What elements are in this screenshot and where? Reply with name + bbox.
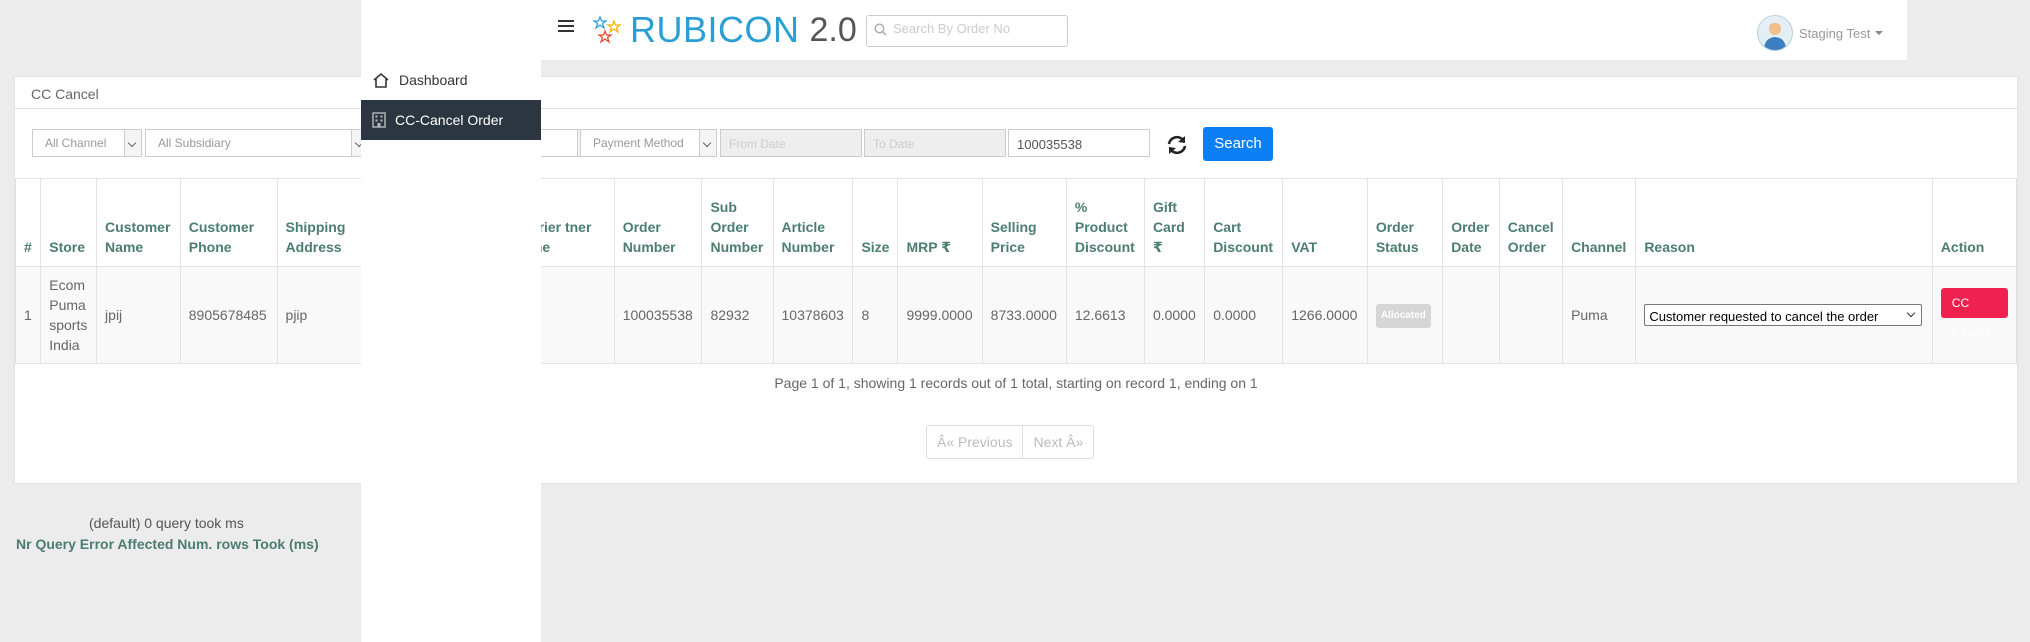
user-avatar-icon [1764,23,1786,50]
stars-logo-icon [592,15,622,44]
pagination: Â« Previous Next Â» [926,425,1095,459]
cell-vat: 1266.0000 [1282,266,1368,364]
cell-customer-phone: 8905678485 [179,266,278,364]
orders-table: # Store Customer Name Customer Phone Shi… [14,178,2018,364]
col-header: Order Date [1442,178,1500,267]
cell-size: 8 [852,266,899,364]
col-header: MRP ₹ [897,178,983,267]
menu-toggle-icon[interactable] [558,20,574,34]
avatar [1757,15,1793,51]
cell-product-discount: 12.6613 [1065,266,1145,364]
query-log-columns: Nr Query Error Affected Num. rows Took (… [16,536,319,552]
refresh-icon[interactable] [1165,133,1189,157]
from-date-input[interactable]: From Date [720,129,862,157]
next-page-button[interactable]: Next Â» [1022,426,1093,458]
col-header: Action [1931,178,2018,267]
search-icon [874,23,887,36]
filter-bar: All Channel All Subsidiary Payment Metho… [15,109,2017,177]
sidebar: Dashboard CC-Cancel Order [361,60,541,642]
cell-selling-price: 8733.0000 [981,266,1067,364]
building-icon [372,112,386,128]
rubicon-logo[interactable]: RUBICON 2.0 [592,9,857,50]
cell-order-number: 100035538 [613,266,703,364]
reason-select[interactable]: Customer requested to cancel the order [1644,304,1923,326]
logo-version: 2.0 [809,10,857,49]
col-header: Channel [1562,178,1637,267]
cell-gift-card: 0.0000 [1143,266,1206,364]
chevron-down-icon [1907,308,1916,318]
pagination-info: Page 1 of 1, showing 1 records out of 1 … [774,375,1258,391]
user-name: Staging Test [1799,25,1871,41]
cell-reason: Customer requested to cancel the order [1635,266,1933,364]
cell-store: Ecom Puma sports India [40,266,98,364]
col-header: Store [40,178,98,267]
previous-page-button[interactable]: Â« Previous [927,426,1022,458]
col-header: Reason [1635,178,1933,267]
status-badge: Allocated [1375,303,1431,328]
caret-down-icon [1875,31,1884,35]
sidebar-item-cc-cancel-order[interactable]: CC-Cancel Order [361,100,541,140]
reason-select-value: Customer requested to cancel the order [1649,309,1879,324]
cc-cancel-button[interactable]: CC Cancel [1940,288,2008,340]
cell-order-date [1442,266,1500,364]
col-header: Article Number [772,178,854,267]
col-header: Order Status [1366,178,1444,267]
search-button[interactable]: Search [1203,127,1273,161]
cell-mrp: 9999.0000 [897,266,983,364]
channel-select[interactable]: All Channel [32,129,142,157]
table-header-row: # Store Customer Name Customer Phone Shi… [14,178,2018,267]
to-date-input[interactable]: To Date [864,129,1006,157]
payment-method-value: Payment Method [593,136,684,150]
to-date-placeholder: To Date [873,137,915,151]
order-number-input[interactable]: 100035538 [1008,129,1150,157]
chevron-down-icon [124,130,141,156]
col-header: % Product Discount [1065,178,1145,267]
col-header: Cancel Order [1498,178,1564,267]
cell-action: CC Cancel [1931,266,2018,364]
sidebar-item-label: CC-Cancel Order [395,112,504,128]
order-search-box[interactable] [866,15,1068,47]
table-row: 1 Ecom Puma sports India jpij 8905678485… [14,266,2018,364]
user-menu[interactable]: Staging Test [1757,15,1884,51]
col-header: Selling Price [981,178,1067,267]
logo-text: RUBICON [630,9,800,50]
channel-select-value: All Channel [45,136,107,150]
col-header: Cart Discount [1204,178,1284,267]
cell-sub-order-number: 82932 [701,266,774,364]
col-header: Size [852,178,899,267]
cell-customer-name: jpij [96,266,181,364]
cell-article-number: 10378603 [772,266,854,364]
sidebar-item-label: Dashboard [399,72,468,88]
order-number-value: 100035538 [1017,137,1083,152]
col-header: Sub Order Number [701,178,774,267]
cell-cancel-order [1498,266,1564,364]
cell-cart-discount: 0.0000 [1204,266,1284,364]
cc-cancel-panel: CC Cancel All Channel All Subsidiary Pay… [14,76,2018,484]
subsidiary-select-value: All Subsidiary [158,136,231,150]
order-search-input[interactable] [891,20,1065,37]
home-icon [373,72,389,88]
col-header: VAT [1282,178,1368,267]
subsidiary-select[interactable]: All Subsidiary [145,129,369,157]
query-log-summary: (default) 0 query took ms [89,515,244,531]
col-header: # [14,178,42,267]
panel-title: CC Cancel [31,86,99,102]
col-header: Order Number [613,178,703,267]
col-header: Customer Phone [179,178,278,267]
chevron-down-icon [699,130,716,156]
sidebar-item-dashboard[interactable]: Dashboard [361,60,541,100]
payment-method-select[interactable]: Payment Method [580,129,717,157]
cell-order-status: Allocated [1366,266,1444,364]
col-header: Gift Card ₹ [1143,178,1206,267]
from-date-placeholder: From Date [729,137,786,151]
cell-channel: Puma [1562,266,1637,364]
col-header: Customer Name [96,178,181,267]
cell-num: 1 [14,266,42,364]
